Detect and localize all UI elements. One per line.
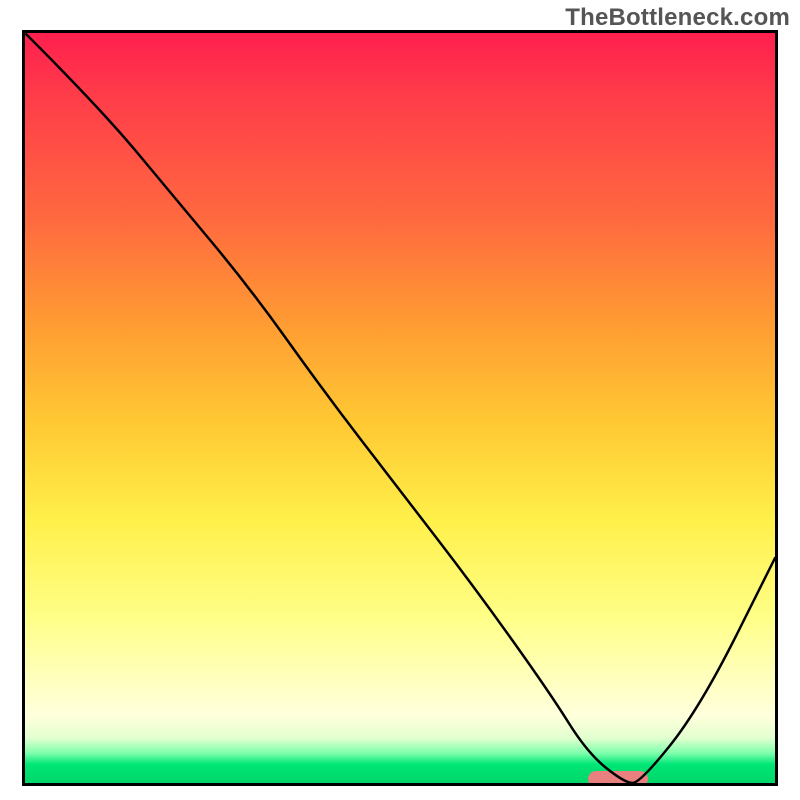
curve-svg — [25, 33, 775, 783]
curve-path — [25, 33, 775, 783]
chart-container: TheBottleneck.com — [0, 0, 800, 800]
watermark-text: TheBottleneck.com — [565, 4, 790, 32]
plot-frame — [22, 30, 778, 786]
